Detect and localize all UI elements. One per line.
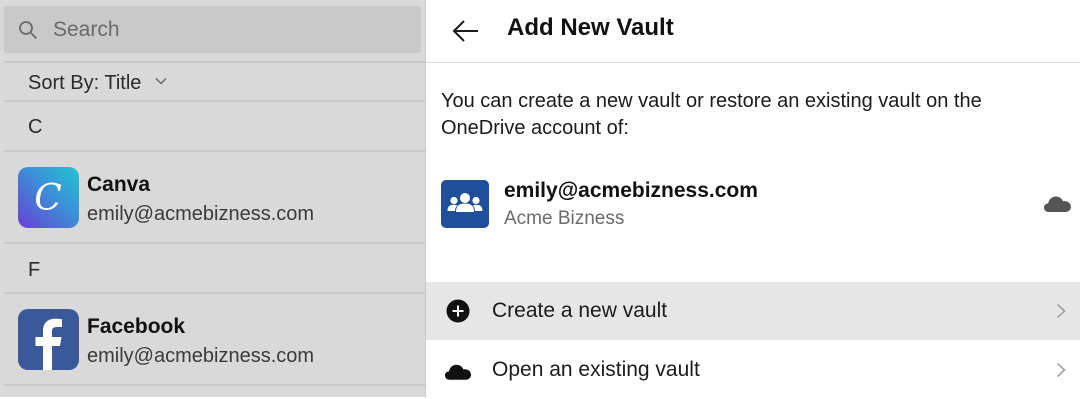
create-new-vault-button[interactable]: Create a new vault xyxy=(426,282,1080,340)
people-icon xyxy=(441,180,489,228)
chevron-right-icon xyxy=(1056,362,1066,378)
group-header-f: F xyxy=(28,259,41,281)
divider xyxy=(4,100,425,102)
search-placeholder[interactable]: Search xyxy=(53,6,120,53)
chevron-down-icon xyxy=(155,77,167,85)
divider xyxy=(4,242,425,244)
page-title: Add New Vault xyxy=(507,14,674,41)
item-title: Canva xyxy=(87,173,151,196)
open-vault-label: Open an existing vault xyxy=(492,358,700,381)
divider xyxy=(4,61,425,63)
item-title: Facebook xyxy=(87,315,186,338)
item-subtitle: emily@acmebizness.com xyxy=(87,203,315,225)
item-subtitle: emily@acmebizness.com xyxy=(87,345,315,367)
divider xyxy=(4,384,425,386)
canva-icon: C xyxy=(18,167,79,228)
header-divider xyxy=(426,62,1080,63)
create-vault-label: Create a new vault xyxy=(492,299,668,322)
account-organization: Acme Bizness xyxy=(504,208,625,229)
search-icon xyxy=(19,21,37,39)
open-existing-vault-button[interactable]: Open an existing vault xyxy=(426,341,1080,399)
search-box[interactable]: Search xyxy=(4,6,421,53)
sort-label: Sort By: xyxy=(28,72,100,94)
cloud-icon xyxy=(444,364,472,380)
chevron-right-icon xyxy=(1056,303,1066,319)
sort-value: Title xyxy=(104,72,142,94)
account-email: emily@acmebizness.com xyxy=(504,179,758,202)
vault-list-panel: Search Sort By: Title C C Canva emily@ac… xyxy=(0,0,425,397)
divider xyxy=(4,292,425,294)
plus-circle-icon xyxy=(446,299,470,323)
facebook-icon xyxy=(18,309,79,370)
group-header-c: C xyxy=(28,116,43,138)
svg-text:C: C xyxy=(34,178,62,219)
back-arrow-icon[interactable] xyxy=(452,19,480,43)
divider xyxy=(4,150,425,152)
sort-dropdown[interactable]: Sort By: Title xyxy=(28,64,167,102)
cloud-icon xyxy=(1044,196,1071,212)
description-text: You can create a new vault or restore an… xyxy=(441,90,982,139)
